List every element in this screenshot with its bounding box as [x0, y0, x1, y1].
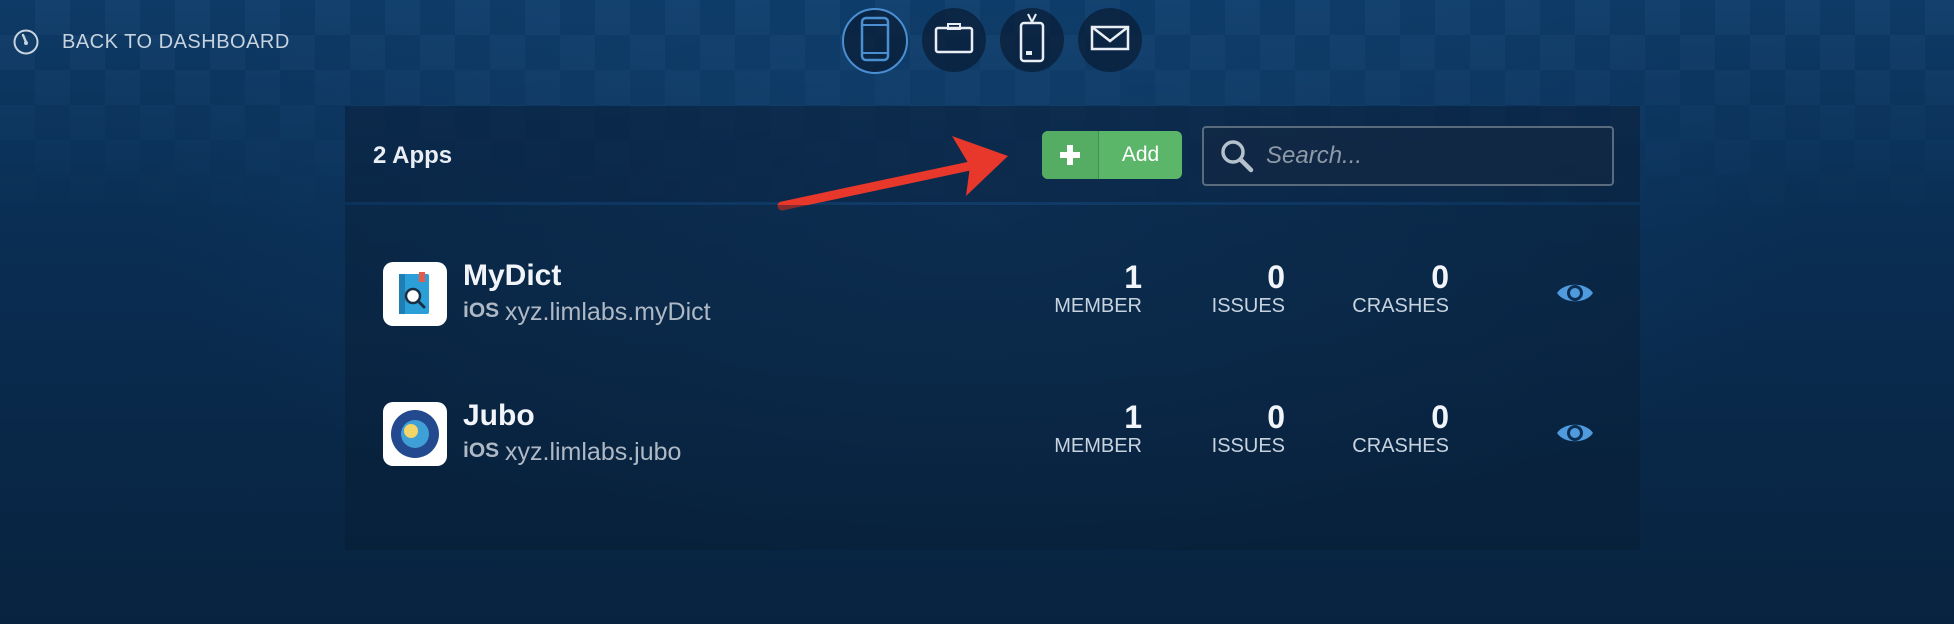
member-label: MEMBER — [1054, 435, 1142, 457]
member-stat: 1 MEMBER — [1042, 259, 1142, 317]
badge-icon — [1018, 13, 1046, 68]
dashboard-gauge-icon — [12, 28, 40, 56]
phone-icon — [860, 16, 890, 67]
app-bundle-id: xyz.limlabs.jubo — [505, 438, 682, 466]
issues-stat: 0 ISSUES — [1185, 399, 1285, 457]
app-name[interactable]: Jubo — [463, 399, 535, 433]
crashes-label: CRASHES — [1352, 435, 1449, 457]
issues-count: 0 — [1267, 399, 1285, 435]
apps-count: 2 Apps — [373, 142, 453, 169]
app-platform: iOS — [463, 439, 500, 462]
app-row-mydict[interactable]: MyDict iOS xyz.limlabs.myDict 1 MEMBER 0… — [345, 205, 1640, 326]
member-stat: 1 MEMBER — [1042, 399, 1142, 457]
crashes-count: 0 — [1431, 259, 1449, 295]
crashes-stat: 0 CRASHES — [1345, 399, 1449, 457]
app-row-jubo[interactable]: Jubo iOS xyz.limlabs.jubo 1 MEMBER 0 ISS… — [345, 345, 1640, 466]
app-bundle-id: xyz.limlabs.myDict — [505, 298, 711, 326]
add-app-button[interactable]: Add — [1042, 131, 1182, 179]
member-count: 1 — [1124, 259, 1142, 295]
back-to-dashboard-label: BACK TO DASHBOARD — [62, 30, 290, 53]
jubo-app-icon — [383, 402, 447, 466]
app-platform: iOS — [463, 299, 500, 322]
issues-label: ISSUES — [1211, 295, 1285, 317]
crashes-label: CRASHES — [1352, 295, 1449, 317]
app-name[interactable]: MyDict — [463, 259, 561, 293]
search-icon — [1220, 139, 1254, 173]
add-button-label: Add — [1121, 143, 1160, 166]
plus-icon — [1042, 131, 1099, 179]
app-list: MyDict iOS xyz.limlabs.myDict 1 MEMBER 0… — [345, 205, 1640, 550]
crashes-count: 0 — [1431, 399, 1449, 435]
nav-projects-button[interactable] — [922, 8, 986, 72]
issues-count: 0 — [1267, 259, 1285, 295]
crashes-stat: 0 CRASHES — [1345, 259, 1449, 317]
member-label: MEMBER — [1054, 295, 1142, 317]
mydict-app-icon — [383, 262, 447, 326]
issues-stat: 0 ISSUES — [1185, 259, 1285, 317]
nav-apps-button[interactable] — [842, 8, 908, 74]
view-eye-icon[interactable] — [1555, 413, 1595, 453]
back-to-dashboard-link[interactable]: BACK TO DASHBOARD — [12, 28, 290, 56]
briefcase-icon — [934, 22, 974, 59]
top-nav — [842, 8, 1142, 74]
nav-messages-button[interactable] — [1078, 8, 1142, 72]
issues-label: ISSUES — [1211, 435, 1285, 457]
mail-icon — [1090, 24, 1130, 57]
nav-devices-button[interactable] — [1000, 8, 1064, 72]
search-box — [1202, 126, 1614, 186]
view-eye-icon[interactable] — [1555, 273, 1595, 313]
search-input[interactable] — [1264, 133, 1612, 179]
member-count: 1 — [1124, 399, 1142, 435]
